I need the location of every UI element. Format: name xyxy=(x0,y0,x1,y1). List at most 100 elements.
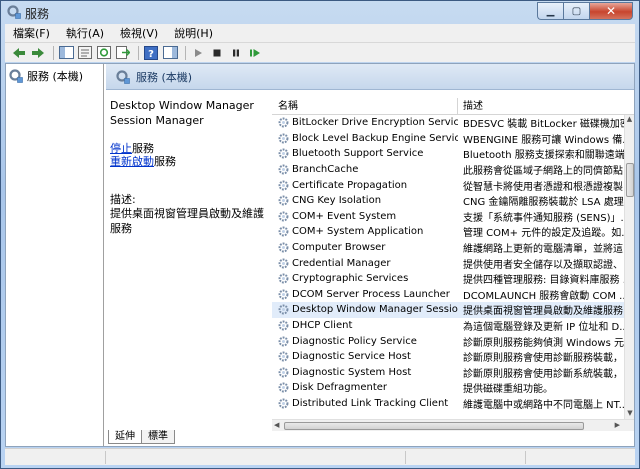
menu-bar: 檔案(F) 執行(A) 檢視(V) 說明(H) xyxy=(5,24,635,42)
refresh-icon[interactable] xyxy=(96,45,112,61)
service-gear-icon xyxy=(278,258,289,269)
service-name-cell: BranchCache xyxy=(272,164,458,175)
stop-icon[interactable] xyxy=(209,45,225,61)
table-row[interactable]: CNG Key Isolation CNG 金鑰隔離服務裝載於 LSA 處理... xyxy=(272,193,624,209)
service-name-cell: Cryptographic Services xyxy=(272,273,458,284)
tab-extended[interactable]: 延伸 xyxy=(108,430,142,444)
menu-file[interactable]: 檔案(F) xyxy=(5,25,58,41)
table-row[interactable]: BitLocker Drive Encryption Service BDESVC… xyxy=(272,115,624,131)
table-row[interactable]: Computer Browser 維護網路上更新的電腦清單，並將這... xyxy=(272,240,624,256)
service-name: COM+ System Application xyxy=(292,226,424,238)
menu-view[interactable]: 檢視(V) xyxy=(112,25,166,41)
vertical-scrollbar[interactable]: ▲ ▼ xyxy=(624,115,634,419)
service-name-cell: Distributed Link Tracking Client xyxy=(272,398,458,409)
window-title: 服務 xyxy=(25,7,50,21)
close-icon: ✕ xyxy=(605,4,617,18)
pane-header-title: 服務 (本機) xyxy=(136,70,193,84)
table-row[interactable]: DHCP Client 為這個電腦登錄及更新 IP 位址和 D... xyxy=(272,318,624,334)
scroll-up-icon[interactable]: ▲ xyxy=(625,115,634,125)
stop-service-link[interactable]: 停止 xyxy=(110,142,132,155)
service-description: 提供桌面視窗管理員啟動及維護服務 xyxy=(463,306,623,318)
export-list-icon[interactable] xyxy=(115,45,131,61)
service-description: Bluetooth 服務支援探索和關聯遠端... xyxy=(463,150,624,162)
table-row[interactable]: Desktop Window Manager Session ... 提供桌面視窗… xyxy=(272,302,624,318)
service-name-cell: Diagnostic Service Host xyxy=(272,351,458,362)
menu-help[interactable]: 說明(H) xyxy=(166,25,221,41)
service-name: Desktop Window Manager Session ... xyxy=(292,304,458,316)
table-row[interactable]: Diagnostic Policy Service 診斷原則服務能夠偵測 Wind… xyxy=(272,333,624,349)
table-row[interactable]: COM+ System Application 管理 COM+ 元件的設定及追蹤。… xyxy=(272,224,624,240)
table-row[interactable]: Distributed Link Tracking Client 維護電腦中或網路… xyxy=(272,396,624,412)
tree-item-services-local[interactable]: 服務 (本機) xyxy=(9,68,83,84)
table-row[interactable]: BranchCache 此服務會從區域子網路上的同儕節點... xyxy=(272,162,624,178)
scroll-left-icon[interactable]: ◀ xyxy=(274,421,279,429)
table-row[interactable]: Block Level Backup Engine Service WBENGIN… xyxy=(272,131,624,147)
forward-icon[interactable] xyxy=(30,45,46,61)
close-button[interactable]: ✕ xyxy=(589,2,633,20)
service-description: 診斷原則服務能夠偵測 Windows 元... xyxy=(463,337,624,349)
service-description: 支援「系統事件通知服務 (SENS)」... xyxy=(463,212,624,224)
table-row[interactable]: DCOM Server Process Launcher DCOMLAUNCH 服… xyxy=(272,287,624,303)
service-description: WBENGINE 服務可讓 Windows 備... xyxy=(463,134,624,146)
column-header-description[interactable]: 描述 xyxy=(458,98,624,114)
pane-header: 服務 (本機) xyxy=(106,64,634,90)
service-gear-icon xyxy=(278,195,289,206)
service-name: Computer Browser xyxy=(292,242,386,254)
table-row[interactable]: Diagnostic System Host 診斷原則服務會使用診斷系統裝載，..… xyxy=(272,365,624,381)
service-name: COM+ Event System xyxy=(292,210,397,222)
service-gear-icon xyxy=(278,211,289,222)
scroll-down-icon[interactable]: ▼ xyxy=(625,409,634,419)
show-hide-action-pane-icon[interactable] xyxy=(162,45,178,61)
status-cell xyxy=(405,451,406,464)
service-description: 維護電腦中或網路中不同電腦上 NT... xyxy=(463,399,624,411)
vertical-scroll-thumb[interactable] xyxy=(626,163,634,197)
service-gear-icon xyxy=(278,398,289,409)
service-name-cell: Diagnostic Policy Service xyxy=(272,336,458,347)
restart-icon[interactable] xyxy=(247,45,263,61)
restart-service-link[interactable]: 重新啟動 xyxy=(110,155,154,168)
service-description: 此服務會從區域子網路上的同儕節點... xyxy=(463,166,624,178)
table-row[interactable]: Bluetooth Support Service Bluetooth 服務支援探… xyxy=(272,146,624,162)
service-name: Diagnostic System Host xyxy=(292,366,412,378)
tree-item-label: 服務 (本機) xyxy=(27,70,84,83)
service-gear-icon xyxy=(278,149,289,159)
maximize-button[interactable]: ▢ xyxy=(563,2,589,20)
service-name-cell: BitLocker Drive Encryption Service xyxy=(272,117,458,128)
toolbar-separator xyxy=(185,45,186,60)
services-icon xyxy=(9,69,23,83)
show-hide-tree-icon[interactable] xyxy=(58,45,74,61)
table-row[interactable]: Cryptographic Services 提供四種管理服務: 目錄資料庫服務 … xyxy=(272,271,624,287)
scroll-right-icon[interactable]: ▶ xyxy=(615,421,620,429)
service-gear-icon xyxy=(278,304,289,315)
table-row[interactable]: Disk Defragmenter 提供磁碟重組功能。 xyxy=(272,380,624,396)
minimize-button[interactable]: ▁ xyxy=(537,2,563,20)
column-header-name[interactable]: 名稱 xyxy=(272,98,458,114)
service-name: BitLocker Drive Encryption Service xyxy=(292,117,458,129)
title-bar[interactable]: 服務 ▁ ▢ ✕ xyxy=(1,1,639,23)
properties-icon[interactable] xyxy=(77,45,93,61)
help-icon[interactable]: ? xyxy=(143,45,159,61)
status-bar xyxy=(5,448,635,465)
service-name: Diagnostic Service Host xyxy=(292,351,411,363)
service-name: DHCP Client xyxy=(292,320,353,332)
menu-action[interactable]: 執行(A) xyxy=(58,25,112,41)
table-row[interactable]: Diagnostic Service Host 診斷原則服務會使用診斷服務裝載，.… xyxy=(272,349,624,365)
table-row[interactable]: COM+ Event System 支援「系統事件通知服務 (SENS)」... xyxy=(272,209,624,225)
services-list: 名稱 描述 BitLocker Drive Encryption Service… xyxy=(272,98,634,435)
pause-icon[interactable] xyxy=(228,45,244,61)
table-row[interactable]: Certificate Propagation 從智慧卡將使用者憑證和根憑證複製.… xyxy=(272,177,624,193)
description-label: 描述: xyxy=(110,193,136,206)
play-icon[interactable] xyxy=(190,45,206,61)
description-text: 提供桌面視窗管理員啟動及維護服務 xyxy=(110,207,264,235)
service-name-cell: Diagnostic System Host xyxy=(272,367,458,378)
service-name: BranchCache xyxy=(292,164,359,176)
view-tabs: 延伸 標準 xyxy=(106,430,634,446)
service-gear-icon xyxy=(278,367,289,378)
service-name: Diagnostic Policy Service xyxy=(292,335,417,347)
table-row[interactable]: Credential Manager 提供使用者安全儲存以及擷取認證、... xyxy=(272,255,624,271)
stop-service-suffix: 服務 xyxy=(132,142,154,155)
tab-standard[interactable]: 標準 xyxy=(141,430,175,444)
list-header: 名稱 描述 xyxy=(272,98,634,115)
horizontal-scroll-thumb[interactable] xyxy=(284,422,584,430)
back-icon[interactable] xyxy=(11,45,27,61)
